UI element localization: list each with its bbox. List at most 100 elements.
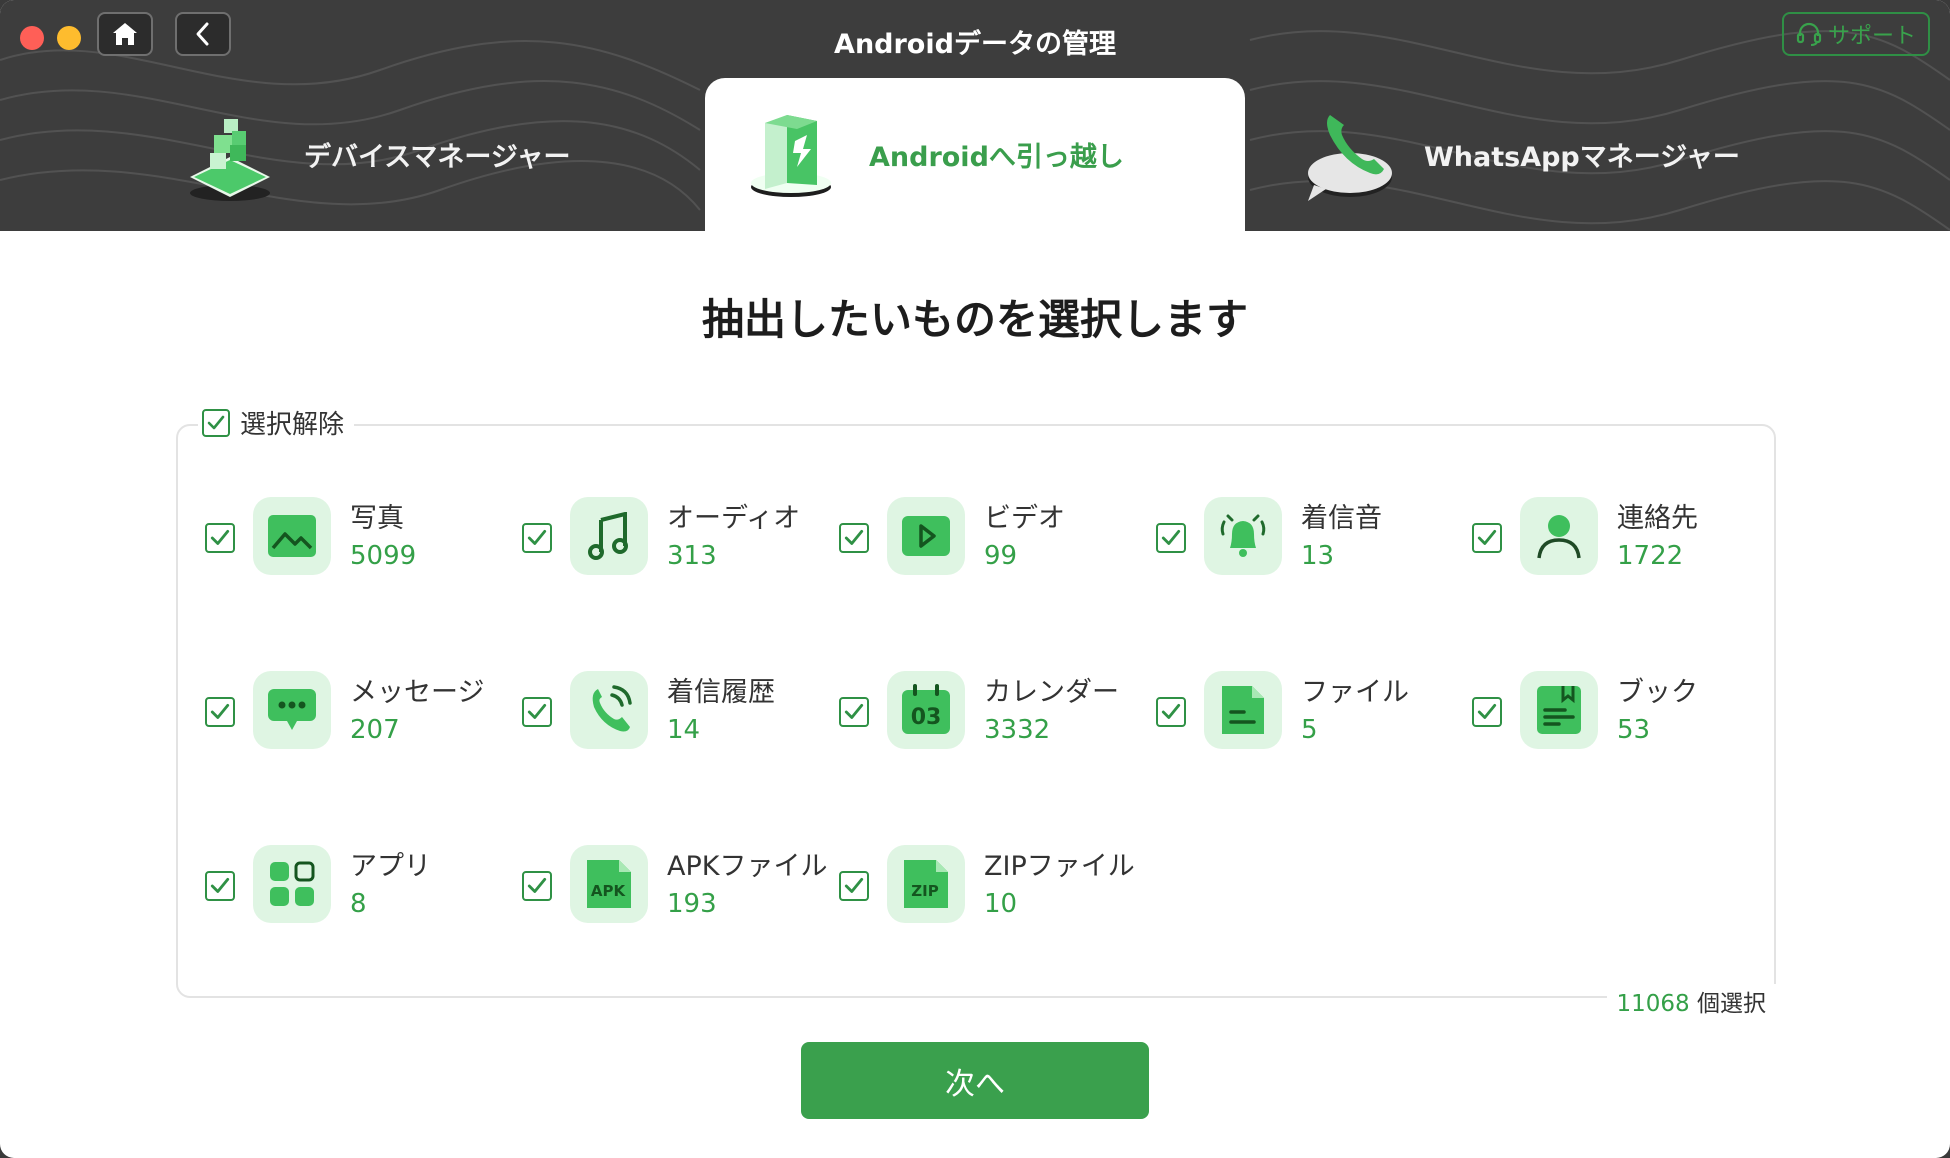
category-item-photos[interactable]: 写真 5099 [205, 497, 505, 577]
photo-icon [253, 497, 331, 575]
item-name: オーディオ [667, 503, 801, 534]
category-item-calendar[interactable]: 03 カレンダー 3332 [839, 671, 1139, 751]
item-checkbox[interactable] [1472, 697, 1502, 727]
selected-count: 11068 [1616, 991, 1690, 1017]
item-name: 着信音 [1301, 503, 1382, 534]
item-checkbox[interactable] [1472, 523, 1502, 553]
item-name: ビデオ [984, 503, 1065, 534]
item-checkbox[interactable] [205, 697, 235, 727]
category-item-files[interactable]: ファイル 5 [1156, 671, 1456, 751]
checkmark-icon [844, 529, 864, 545]
checkmark-icon [210, 877, 230, 893]
item-name: ファイル [1301, 677, 1409, 708]
page-title: 抽出したいものを選択します [701, 295, 1248, 344]
item-count: 10 [984, 889, 1018, 919]
checkmark-icon [527, 703, 547, 719]
deselect-all-toggle[interactable]: 選択解除 [198, 404, 355, 441]
checkmark-icon [1477, 529, 1497, 545]
item-count: 53 [1617, 715, 1651, 745]
zip-icon-text: ZIP [911, 882, 938, 900]
category-item-messages[interactable]: メッセージ 207 [205, 671, 505, 751]
item-checkbox[interactable] [522, 697, 552, 727]
checkmark-icon [210, 703, 230, 719]
item-count: 207 [350, 715, 400, 745]
item-name: カレンダー [984, 677, 1119, 708]
item-count: 313 [667, 541, 717, 571]
tab-label: WhatsAppマネージャー [1424, 142, 1740, 173]
video-play-icon [887, 497, 965, 575]
category-item-apps[interactable]: アプリ 8 [205, 845, 505, 925]
item-checkbox[interactable] [839, 697, 869, 727]
item-checkbox[interactable] [839, 871, 869, 901]
device-manager-icon [190, 118, 270, 201]
item-count: 14 [667, 715, 701, 745]
call-history-icon [570, 671, 648, 749]
item-name: 着信履歴 [667, 677, 775, 708]
tab-android-transfer[interactable]: Androidへ引っ越し [705, 78, 1245, 231]
apk-icon-text: APK [591, 882, 627, 900]
item-count: 193 [667, 889, 717, 919]
tab-label: Androidへ引っ越し [869, 142, 1124, 173]
item-checkbox[interactable] [522, 523, 552, 553]
category-item-books[interactable]: ブック 53 [1472, 671, 1772, 751]
message-bubble-icon [253, 671, 331, 749]
item-name: アプリ [350, 851, 431, 882]
checkmark-icon [1477, 703, 1497, 719]
tab-whatsapp-manager[interactable]: WhatsAppマネージャー [1300, 78, 1920, 231]
item-count: 8 [350, 889, 367, 919]
item-checkbox[interactable] [1156, 697, 1186, 727]
deselect-all-label: 選択解除 [240, 410, 345, 440]
item-checkbox[interactable] [205, 523, 235, 553]
checkmark-icon [1161, 529, 1181, 545]
file-icon [1204, 671, 1282, 749]
item-name: ブック [1617, 677, 1698, 708]
item-count: 5 [1301, 715, 1318, 745]
item-name: 連絡先 [1617, 503, 1698, 534]
support-label: サポート [1827, 24, 1916, 49]
item-count: 1722 [1617, 541, 1684, 571]
apk-file-icon: APK [570, 845, 648, 923]
zip-file-icon: ZIP [887, 845, 965, 923]
item-count: 13 [1301, 541, 1335, 571]
item-count: 3332 [984, 715, 1051, 745]
calendar-icon-text: 03 [911, 705, 942, 730]
book-icon [1520, 671, 1598, 749]
whatsapp-phone-icon [1308, 114, 1392, 201]
item-count: 5099 [350, 541, 417, 571]
window-title: Androidデータの管理 [834, 29, 1116, 60]
apps-grid-icon [253, 845, 331, 923]
category-item-call-history[interactable]: 着信履歴 14 [522, 671, 822, 751]
category-item-audio[interactable]: オーディオ 313 [522, 497, 822, 577]
checkmark-icon [1161, 703, 1181, 719]
item-checkbox[interactable] [522, 871, 552, 901]
checkmark-icon [527, 877, 547, 893]
selected-suffix: 個選択 [1697, 991, 1766, 1017]
support-button[interactable]: サポート [1782, 12, 1930, 56]
item-checkbox[interactable] [205, 871, 235, 901]
checkmark-icon [210, 529, 230, 545]
category-item-ringtones[interactable]: 着信音 13 [1156, 497, 1456, 577]
app-window: Androidデータの管理 サポート デバイスマネージャー Androidへ引っ… [0, 0, 1950, 1158]
item-checkbox[interactable] [1156, 523, 1186, 553]
selected-count-summary: 11068 個選択 [1606, 984, 1776, 1018]
calendar-icon: 03 [887, 671, 965, 749]
category-item-zip-files[interactable]: ZIP ZIPファイル 10 [839, 845, 1139, 925]
category-item-video[interactable]: ビデオ 99 [839, 497, 1139, 577]
headset-icon [1796, 22, 1822, 46]
item-checkbox[interactable] [839, 523, 869, 553]
tab-device-manager[interactable]: デバイスマネージャー [180, 78, 700, 231]
item-count: 99 [984, 541, 1018, 571]
item-name: APKファイル [667, 851, 828, 882]
checkmark-icon [844, 703, 864, 719]
deselect-all-checkbox[interactable] [202, 408, 230, 437]
android-transfer-icon [751, 114, 831, 197]
checkmark-icon [844, 877, 864, 893]
item-name: メッセージ [350, 677, 485, 708]
top-header: Androidデータの管理 サポート デバイスマネージャー Androidへ引っ… [0, 0, 1950, 231]
category-item-contacts[interactable]: 連絡先 1722 [1472, 497, 1772, 577]
item-name: 写真 [350, 503, 404, 534]
tab-label: デバイスマネージャー [304, 142, 571, 173]
category-item-apk-files[interactable]: APK APKファイル 193 [522, 845, 827, 925]
next-button[interactable]: 次へ [801, 1042, 1149, 1119]
checkmark-icon [527, 529, 547, 545]
